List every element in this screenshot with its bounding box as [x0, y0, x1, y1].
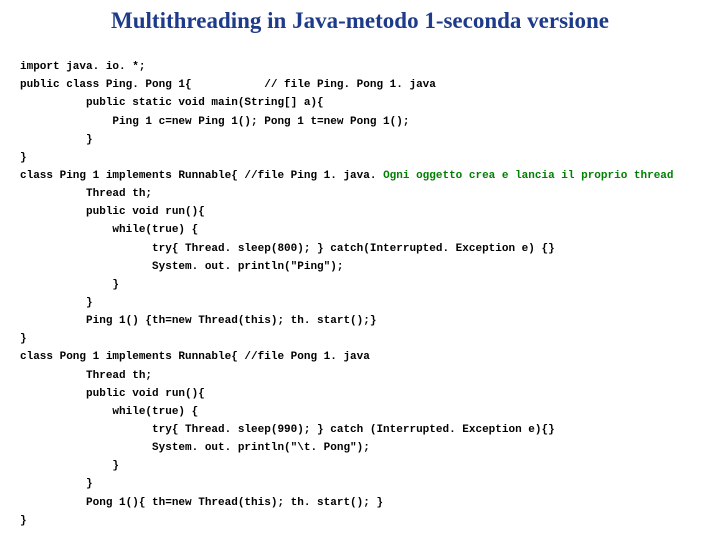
code-line: class Pong 1 implements Runnable{ //file… [20, 351, 370, 363]
code-line: Thread th; [20, 370, 152, 382]
code-line: Ping 1() {th=new Thread(this); th. start… [20, 315, 376, 327]
code-line: public void run(){ [20, 206, 205, 218]
code-line: try{ Thread. sleep(800); } catch(Interru… [20, 243, 555, 255]
code-block: import java. io. *; public class Ping. P… [20, 40, 700, 530]
code-line: System. out. println("Ping"); [20, 261, 343, 273]
code-line: try{ Thread. sleep(990); } catch (Interr… [20, 424, 555, 436]
code-line: while(true) { [20, 224, 198, 236]
code-line: public void run(){ [20, 388, 205, 400]
code-line: } [20, 460, 119, 472]
code-line: Thread th; [20, 188, 152, 200]
code-line: } [20, 478, 93, 490]
code-line: } [20, 515, 27, 527]
code-comment: Ogni oggetto crea e lancia il proprio th… [383, 170, 673, 182]
code-line: import java. io. *; [20, 61, 145, 73]
code-line: } [20, 297, 93, 309]
code-line: } [20, 152, 27, 164]
code-line: Pong 1(){ th=new Thread(this); th. start… [20, 497, 383, 509]
code-line: } [20, 279, 119, 291]
code-line: Ping 1 c=new Ping 1(); Pong 1 t=new Pong… [20, 116, 409, 128]
code-line: class Ping 1 implements Runnable{ //file… [20, 170, 674, 182]
code-line: } [20, 333, 27, 345]
code-line: public static void main(String[] a){ [20, 97, 324, 109]
slide-title: Multithreading in Java-metodo 1-seconda … [20, 8, 700, 34]
code-line: while(true) { [20, 406, 198, 418]
code-line: } [20, 134, 93, 146]
code-line: public class Ping. Pong 1{ // file Ping.… [20, 79, 436, 91]
code-line: System. out. println("\t. Pong"); [20, 442, 370, 454]
